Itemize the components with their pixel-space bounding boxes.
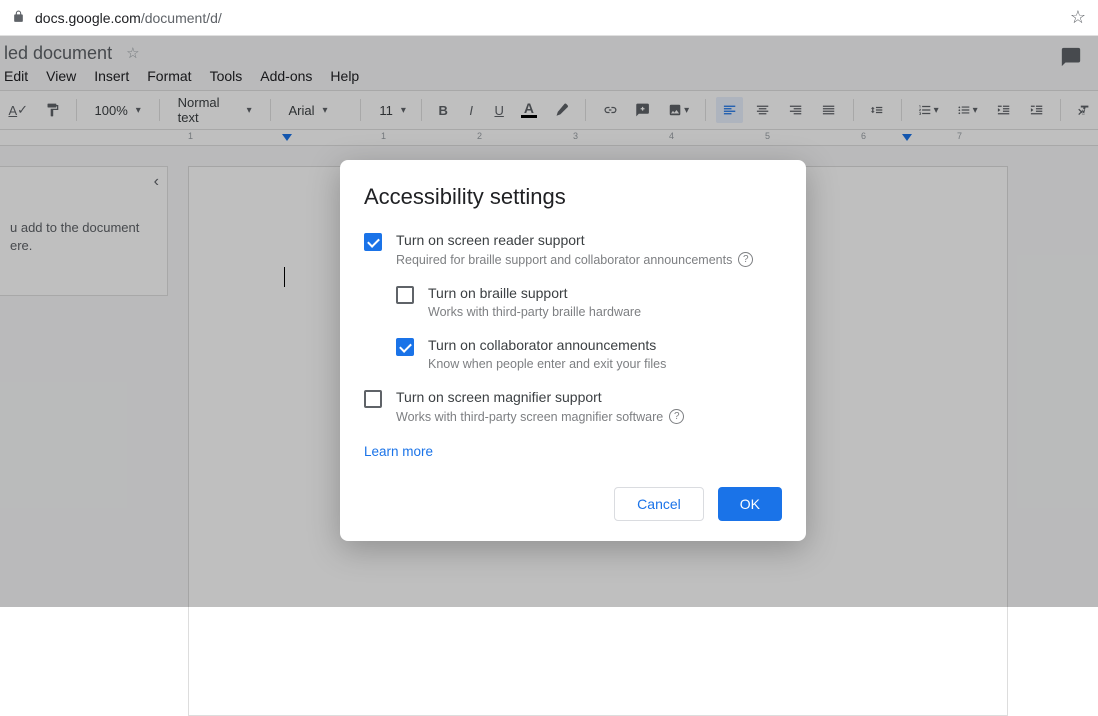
dialog-title: Accessibility settings [364,184,782,210]
option-desc: Required for braille support and collabo… [396,252,753,267]
option-label: Turn on braille support [428,285,641,301]
option-label: Turn on screen reader support [396,232,753,248]
checkbox-screen-magnifier[interactable] [364,390,382,408]
lock-icon [12,10,25,26]
option-braille: Turn on braille support Works with third… [396,285,782,319]
url-text[interactable]: docs.google.com/document/d/ [35,10,1070,26]
option-desc: Works with third-party braille hardware [428,305,641,319]
option-label: Turn on screen magnifier support [396,389,684,405]
option-label: Turn on collaborator announcements [428,337,666,353]
option-screen-magnifier: Turn on screen magnifier support Works w… [364,389,782,424]
dialog-button-row: Cancel OK [364,487,782,521]
help-icon[interactable]: ? [669,409,684,424]
checkbox-braille[interactable] [396,286,414,304]
help-icon[interactable]: ? [738,252,753,267]
browser-url-bar: docs.google.com/document/d/ ☆ [0,0,1098,36]
learn-more-link[interactable]: Learn more [364,444,433,459]
option-screen-reader: Turn on screen reader support Required f… [364,232,782,267]
accessibility-settings-dialog: Accessibility settings Turn on screen re… [340,160,806,541]
option-desc: Works with third-party screen magnifier … [396,409,684,424]
bookmark-star-icon[interactable]: ☆ [1070,7,1086,28]
checkbox-screen-reader[interactable] [364,233,382,251]
option-desc: Know when people enter and exit your fil… [428,357,666,371]
checkbox-collaborator-announcements[interactable] [396,338,414,356]
ok-button[interactable]: OK [718,487,782,521]
option-collaborator-announcements: Turn on collaborator announcements Know … [396,337,782,371]
cancel-button[interactable]: Cancel [614,487,704,521]
